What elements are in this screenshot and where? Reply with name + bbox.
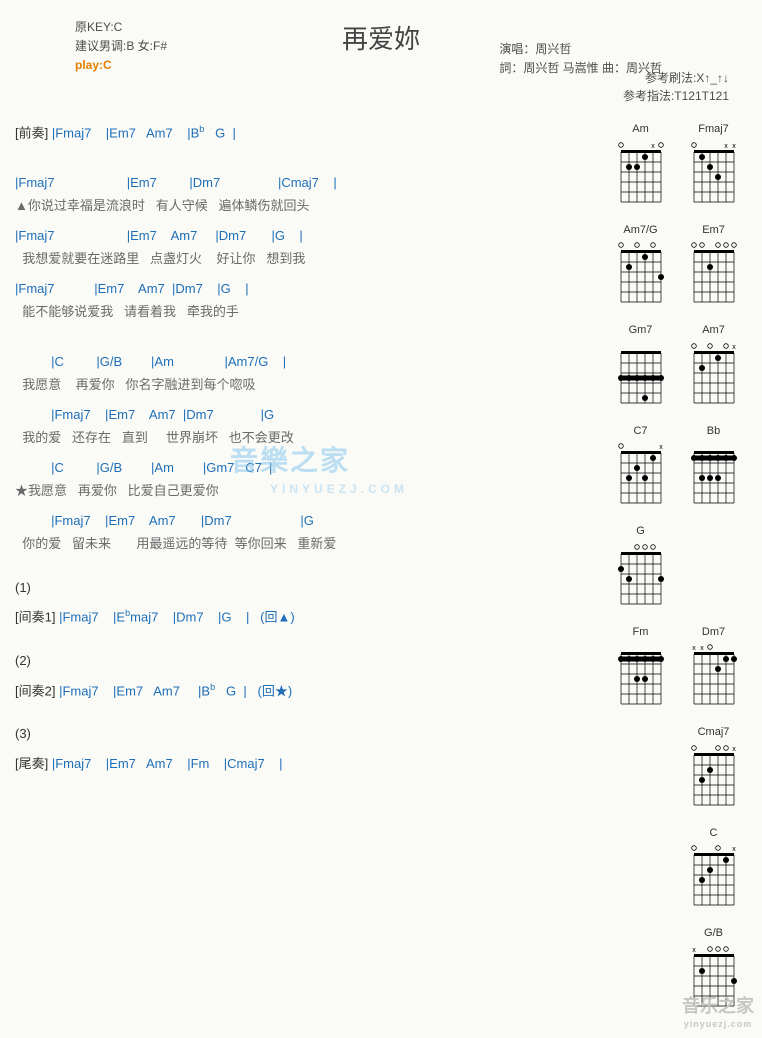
chord-diagram: C7 x <box>614 423 668 506</box>
chord-line: [间奏1] |Fmaj7 |Ebmaj7 |Dm7 |G | (回▲) <box>15 607 599 627</box>
chord-name: Am7 <box>687 322 741 339</box>
chord-sheet: 原KEY:C 建议男调:B 女:F# play:C 再爱妳 演唱：周兴哲 詞：周… <box>0 0 762 1038</box>
chord-name: Gm7 <box>614 322 668 339</box>
chord-svg: x <box>687 341 741 405</box>
lyric-line: 能不能够说爱我 请看着我 牵我的手 <box>15 302 599 322</box>
chord-name: Am7/G <box>614 222 668 239</box>
play-key: play:C <box>75 56 167 75</box>
chord-svg: xx <box>687 642 741 706</box>
chord-line: [前奏] |Fmaj7 |Em7 Am7 |Bb G | <box>15 123 599 143</box>
chord-diagram: Em7 <box>687 222 741 305</box>
chord-name: C <box>687 825 741 842</box>
svg-text:x: x <box>732 143 736 150</box>
corner-logo: 音乐之家 yinyuezj.com <box>682 993 754 1032</box>
chord-diagram: Am x <box>614 121 668 204</box>
suggest-key: 建议男调:B 女:F# <box>75 37 167 56</box>
chord-svg: x <box>687 743 741 807</box>
chord-svg <box>687 240 741 304</box>
finger-pattern: 参考指法:T121T121 <box>15 87 729 105</box>
singer-credit: 演唱：周兴哲 <box>499 40 662 59</box>
repeat-marker: (2) <box>15 651 599 671</box>
lyric-line: ▲你说过幸福是流浪时 有人守候 遍体鳞伤就回头 <box>15 196 599 216</box>
chord-name: Fmaj7 <box>687 121 741 138</box>
chord-name: Cmaj7 <box>687 724 741 741</box>
svg-text:x: x <box>732 846 736 853</box>
lyric-line: 我的爱 还存在 直到 世界崩坏 也不会更改 <box>15 428 599 448</box>
chord-name: G/B <box>687 925 741 942</box>
chord-line: |Fmaj7 |Em7 Am7 |Dm7 |G | <box>15 226 599 246</box>
logo-text: 音乐之家 <box>682 996 754 1016</box>
chord-name: Em7 <box>687 222 741 239</box>
chord-name: Fm <box>614 624 668 641</box>
lyric-line: 你的爱 留未来 用最遥远的等待 等你回来 重新爱 <box>15 534 599 554</box>
svg-text:x: x <box>659 444 663 451</box>
chord-diagram: G <box>614 523 668 606</box>
chord-name: Am <box>614 121 668 138</box>
chord-svg: x <box>687 843 741 907</box>
meta-right: 演唱：周兴哲 詞：周兴哲 马嵩惟 曲：周兴哲 <box>499 40 662 78</box>
repeat-marker: (3) <box>15 724 599 744</box>
song-title: 再爱妳 <box>342 24 420 54</box>
chord-line: |C |G/B |Am |Gm7 C7 | <box>15 458 599 478</box>
chord-line: |Fmaj7 |Em7 Am7 |Dm7 |G | <box>15 279 599 299</box>
chord-svg <box>687 441 741 505</box>
svg-text:x: x <box>732 746 736 753</box>
original-key: 原KEY:C <box>75 18 167 37</box>
chord-diagram: Am7 x <box>687 322 741 405</box>
chord-svg <box>614 642 668 706</box>
svg-text:x: x <box>692 947 696 954</box>
chord-name: C7 <box>614 423 668 440</box>
chord-diagrams-column: AmxFmaj7xxAm7/GEm7Gm7Am7xC7xBbGFmDm7xxCm… <box>607 113 747 1008</box>
lyric-line: 我愿意 再爱你 你名字融进到每个唿吸 <box>15 375 599 395</box>
meta-left: 原KEY:C 建议男调:B 女:F# play:C <box>75 18 167 76</box>
chord-diagram: Am7/G <box>614 222 668 305</box>
chord-svg <box>614 240 668 304</box>
chord-line: |Fmaj7 |Em7 Am7 |Dm7 |G <box>15 511 599 531</box>
chord-diagram: Cmaj7 x <box>687 724 741 807</box>
chord-diagram: Gm7 <box>614 322 668 405</box>
svg-text:x: x <box>700 645 704 652</box>
chord-line: |Fmaj7 |Em7 |Dm7 |Cmaj7 | <box>15 173 599 193</box>
svg-text:x: x <box>692 645 696 652</box>
chord-diagram: Bb <box>687 423 741 506</box>
chord-diagram: Cx <box>687 825 741 908</box>
chord-svg: x <box>614 140 668 204</box>
svg-text:x: x <box>732 344 736 351</box>
chord-name: Bb <box>687 423 741 440</box>
chord-name: Dm7 <box>687 624 741 641</box>
svg-text:x: x <box>724 143 728 150</box>
lyric-line: 我想爱就要在迷路里 点盏灯火 好让你 想到我 <box>15 249 599 269</box>
chord-line: |Fmaj7 |Em7 Am7 |Dm7 |G <box>15 405 599 425</box>
chord-diagram: Fm <box>614 624 668 707</box>
lyric-line: ★我愿意 再爱你 比爱自己更爱你 <box>15 481 599 501</box>
chord-svg: x <box>614 441 668 505</box>
chord-name: G <box>614 523 668 540</box>
chord-line: |C |G/B |Am |Am7/G | <box>15 352 599 372</box>
chord-diagram: Fmaj7 xx <box>687 121 741 204</box>
logo-url: yinyuezj.com <box>682 1018 754 1032</box>
chord-diagram: Dm7xx <box>687 624 741 707</box>
repeat-marker: (1) <box>15 578 599 598</box>
main-content: [前奏] |Fmaj7 |Em7 Am7 |Bb G | |Fmaj7 |Em7 … <box>15 113 747 1008</box>
chord-line: [尾奏] |Fmaj7 |Em7 Am7 |Fm |Cmaj7 | <box>15 754 599 774</box>
chord-svg <box>614 341 668 405</box>
chord-line: [间奏2] |Fmaj7 |Em7 Am7 |Bb G | (回★) <box>15 681 599 701</box>
svg-text:x: x <box>651 143 655 150</box>
chord-svg: xx <box>687 140 741 204</box>
writer-credit: 詞：周兴哲 马嵩惟 曲：周兴哲 <box>499 59 662 78</box>
lyrics-column: [前奏] |Fmaj7 |Em7 Am7 |Bb G | |Fmaj7 |Em7 … <box>15 113 599 777</box>
chord-svg <box>614 542 668 606</box>
